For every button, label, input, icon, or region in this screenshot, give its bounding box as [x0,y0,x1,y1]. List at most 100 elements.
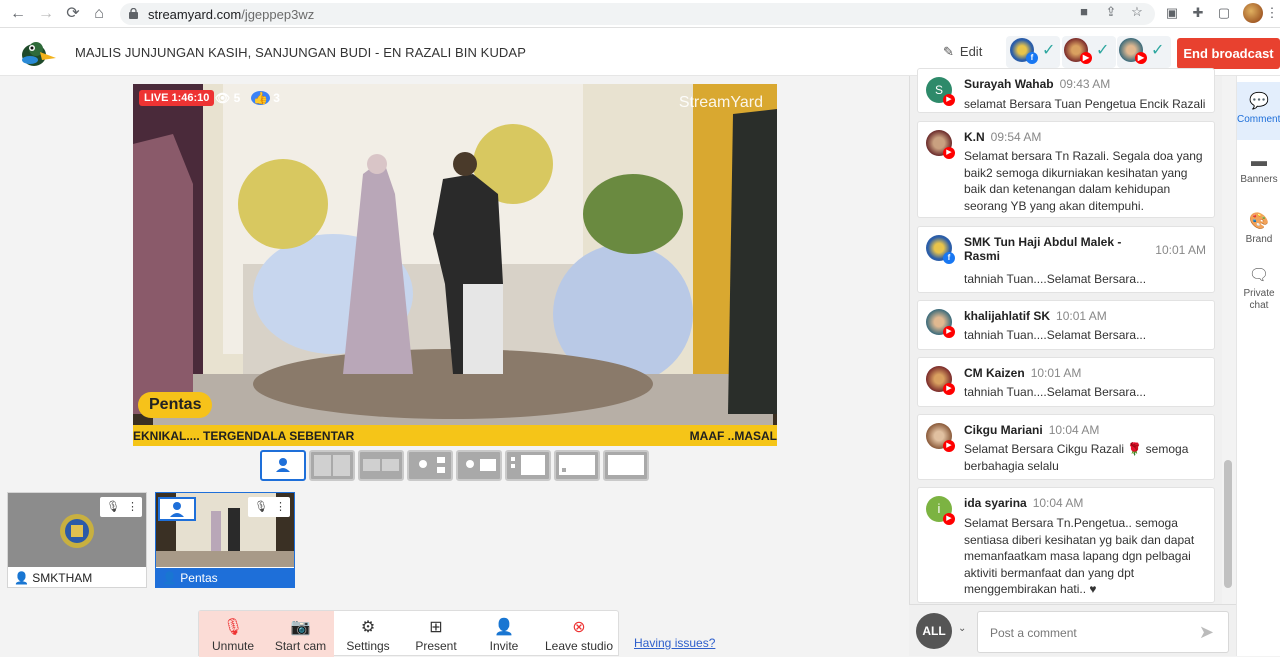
chevron-down-icon[interactable]: ⌄ [958,623,966,634]
profile-avatar[interactable] [1243,3,1263,23]
comment-text: Selamat Bersara Tn.Pengetua.. semoga sen… [964,516,1195,596]
layout-screen[interactable] [554,450,600,481]
forward-icon[interactable]: → [36,4,56,24]
comment-text: Selamat Bersara Cikgu Razali 🌹 semoga be… [964,442,1189,473]
ticker-banner: EKNIKAL.... TERGENDALA SEBENTAR MAAF ..M… [133,425,777,446]
broadcast-title: MAJLIS JUNJUNGAN KASIH, SANJUNGAN BUDI -… [75,45,526,60]
present-screen-icon: ⊞ [429,619,443,636]
layout-split[interactable] [309,450,355,481]
chat-icon: 🗨 [1248,267,1270,284]
sidepanel-icon[interactable]: ▢ [1216,5,1232,21]
invite-button[interactable]: 👤 Invite [470,611,538,657]
viewer-count: 👁 5 [215,91,240,105]
participant-tile[interactable]: 🎙 ⋮ 👤 SMKTHAM [7,492,147,588]
rail-comments[interactable]: 💬 Comments [1237,82,1280,140]
rail-label: Private chat [1243,288,1275,311]
comment-item[interactable]: ▶ CM Kaizen 10:01 AM tahniah Tuan....Sela… [917,357,1215,407]
comment-text: tahniah Tuan....Selamat Bersara... [964,328,1147,342]
end-broadcast-button[interactable]: End broadcast [1177,38,1280,69]
edit-button[interactable]: ✎ Edit [943,44,982,60]
person-icon: 👤 [14,571,29,585]
comment-item[interactable]: f SMK Tun Haji Abdul Malek - Rasmi 10:01… [917,226,1215,293]
youtube-icon: ▶ [943,94,955,106]
layout-fullscreen[interactable] [603,450,649,481]
comment-time: 09:54 AM [990,130,1042,144]
comment-item[interactable]: ▶ Cikgu Mariani 10:04 AM Selamat Bersara … [917,414,1215,480]
comment-composer: ALL ⌄ Post a comment ➤ [909,604,1236,656]
lock-icon [129,8,138,19]
eye-icon: 👁 [215,91,231,105]
youtube-icon: ▶ [943,513,955,525]
layout-solo[interactable] [260,450,306,481]
having-issues-link[interactable]: Having issues? [634,636,715,650]
studio-toolbar: 🎙 Unmute 📷 Start cam ⚙ Settings ⊞ Present 👤 I… [198,610,620,657]
rail-label: Brand [1245,234,1273,245]
author-name: SMK Tun Haji Abdul Malek - Rasmi [964,235,1122,263]
start-cam-button[interactable]: 📷 Start cam [267,611,334,657]
bookmark-star-icon[interactable]: ☆ [1130,5,1144,19]
present-button[interactable]: ⊞ Present [402,611,470,657]
post-comment-input[interactable]: Post a comment ➤ [977,611,1229,653]
comment-time: 10:04 AM [1032,496,1084,510]
unmute-button[interactable]: 🎙 Unmute [199,611,267,657]
send-icon[interactable]: ➤ [1199,622,1214,643]
video-frame [133,84,777,446]
layout-group[interactable] [358,450,404,481]
destination-youtube-2[interactable]: ▶ ✓ [1117,36,1171,68]
layout-pip[interactable] [456,450,502,481]
back-icon[interactable]: ← [8,4,28,24]
on-stage-toggle[interactable] [158,497,196,521]
leave-studio-button[interactable]: ⊗ Leave studio [538,611,620,657]
reload-icon[interactable]: ⟳ [63,4,83,24]
author-name: ida syarina [964,496,1027,510]
comment-text: tahniah Tuan....Selamat Bersara... [964,272,1147,286]
scrollbar-thumb[interactable] [1224,460,1232,588]
participant-name: 👤 Pentas [156,568,294,588]
person-icon: 👤 [162,571,177,585]
present-label: Present [415,639,457,653]
home-icon[interactable]: ⌂ [89,4,109,24]
name-badge: Pentas [138,392,213,418]
comment-item[interactable]: i ▶ ida syarina 10:04 AM Selamat Bersara … [917,487,1215,603]
ticker-text-left: EKNIKAL.... TERGENDALA SEBENTAR [133,429,355,443]
comment-author: khalijahlatif SK 10:01 AM [964,309,1107,323]
tile-controls[interactable]: 🎙 ⋮ [100,497,142,517]
destination-facebook[interactable]: f ✓ [1006,36,1060,68]
youtube-icon: ▶ [943,326,955,338]
participant-name-text: Pentas [180,571,218,585]
rail-banners[interactable]: ▬ Banners [1237,148,1280,198]
camera-icon[interactable]: ■ [1077,5,1091,19]
comment-item[interactable]: ▶ K.N 09:54 AM Selamat bersara Tn Razali.… [917,121,1215,218]
palette-icon: 🎨 [1249,213,1269,230]
settings-button[interactable]: ⚙ Settings [334,611,402,657]
destination-filter-button[interactable]: ALL [916,613,952,649]
add-person-icon: 👤 [494,619,514,636]
comment-item[interactable]: S ▶ Surayah Wahab 09:43 AM selamat Bersar… [917,68,1215,113]
menu-icon[interactable]: ⋮ [1264,5,1280,21]
comment-item[interactable]: ▶ khalijahlatif SK 10:01 AM tahniah Tuan.… [917,300,1215,350]
facebook-icon: f [943,252,955,264]
comments-scrollbar[interactable] [1222,76,1234,604]
mic-muted-icon[interactable]: 🎙 [106,497,120,517]
streamyard-logo [22,42,56,66]
rail-private-chat[interactable]: 🗨 Private chat [1237,262,1280,312]
like-count-value: 3 [273,91,280,105]
puzzle-icon[interactable]: ✚ [1190,5,1206,21]
share-icon[interactable]: ⇪ [1104,5,1118,19]
url-text: streamyard.com/jgeppep3wz [148,7,315,22]
rail-brand[interactable]: 🎨 Brand [1237,208,1280,258]
author-name: Surayah Wahab [964,77,1054,91]
stage-video: LIVE 1:46:10 👁 5 👍 3 StreamYard Pentas E… [133,84,777,446]
comment-time: 10:04 AM [1048,423,1100,437]
more-icon[interactable]: ⋮ [127,497,138,517]
tile-controls[interactable]: 🎙 ⋮ [248,497,290,517]
mic-icon[interactable]: 🎙 [254,497,268,517]
layout-screen-side[interactable] [505,450,551,481]
more-icon[interactable]: ⋮ [275,497,286,517]
participant-tile-active[interactable]: 🎙 ⋮ 👤 Pentas [155,492,295,588]
extension-icon[interactable]: ▣ [1164,5,1180,21]
address-bar[interactable]: streamyard.com/jgeppep3wz [120,3,1155,25]
destination-youtube-1[interactable]: ▶ ✓ [1062,36,1116,68]
participant-name: 👤 SMKTHAM [8,568,146,588]
layout-leader[interactable] [407,450,453,481]
